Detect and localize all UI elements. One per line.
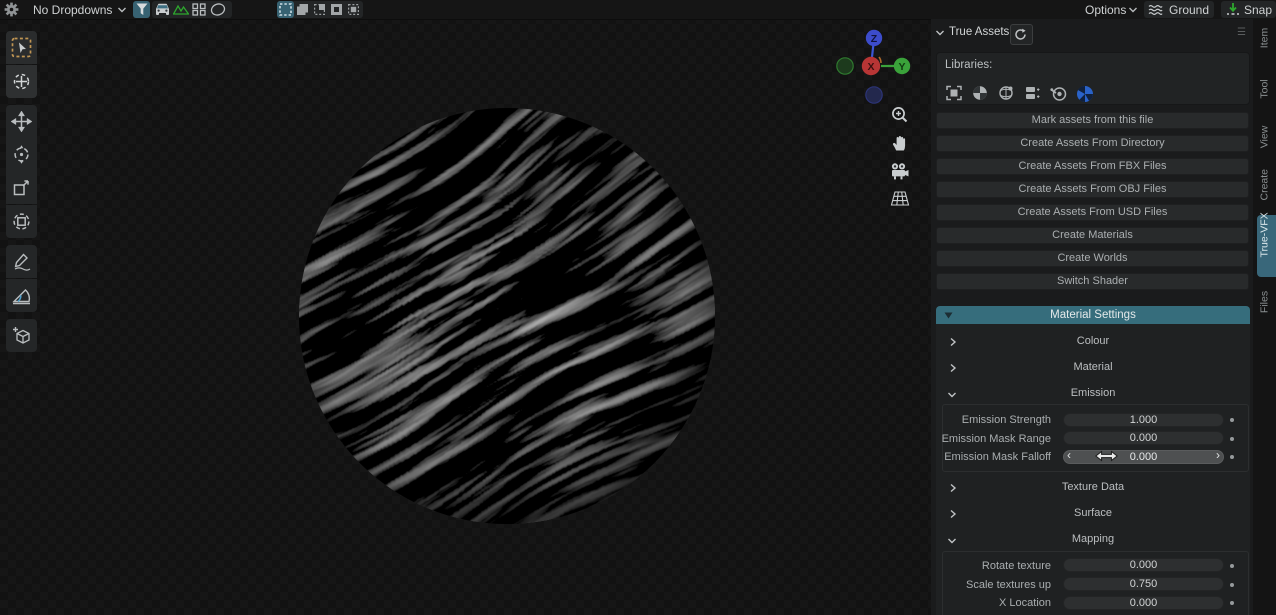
svg-text:X: X bbox=[867, 61, 874, 73]
svg-text:Y: Y bbox=[898, 61, 905, 73]
svg-text:Z: Z bbox=[871, 33, 878, 45]
